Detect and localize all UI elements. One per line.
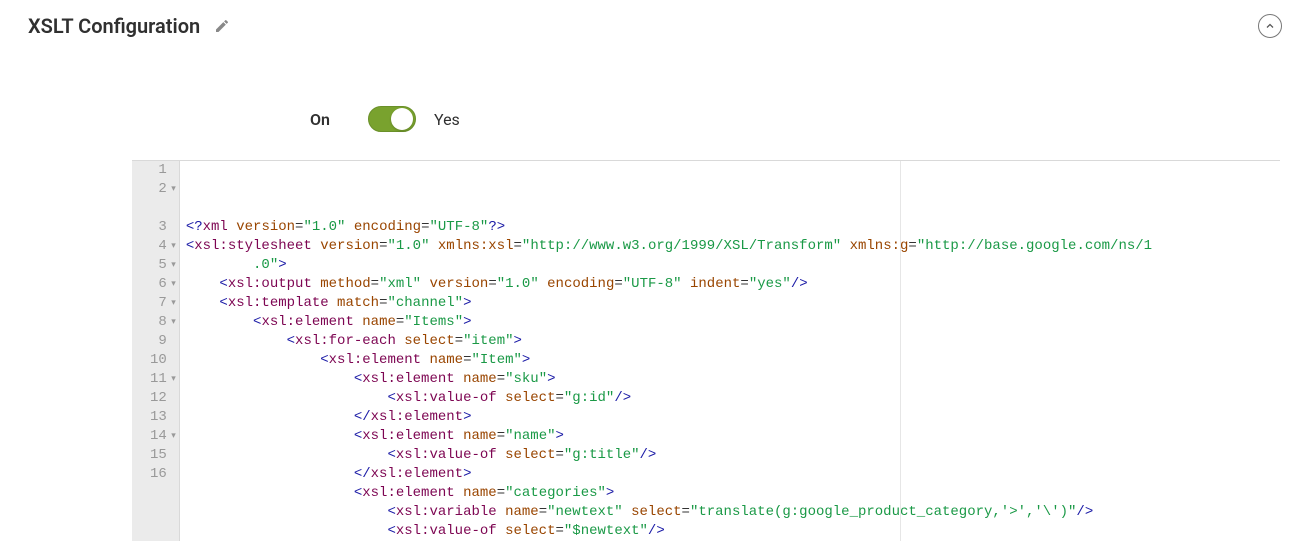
section-title: XSLT Configuration [28,14,200,38]
fold-icon[interactable]: ▾ [171,275,176,294]
code-line[interactable]: <xsl:element name="categories"> [186,484,1152,503]
editor-print-margin [900,161,901,541]
gutter-line: 5▾ [150,256,167,275]
code-line[interactable]: <xsl:stylesheet version="1.0" xmlns:xsl=… [186,237,1152,256]
code-line[interactable]: <?xml version="1.0" encoding="UTF-8"?> [186,218,1152,237]
gutter-line: 8▾ [150,313,167,332]
gutter-line: 11▾ [150,370,167,389]
fold-icon[interactable]: ▾ [171,180,176,199]
section-header: XSLT Configuration [0,0,1310,46]
code-line[interactable]: </xsl:element> [186,465,1152,484]
toggle-value-label: Yes [434,110,460,129]
edit-icon[interactable] [214,18,230,34]
code-line[interactable]: <xsl:variable name="newtext" select="tra… [186,503,1152,522]
code-line[interactable]: <xsl:element name="name"> [186,427,1152,446]
code-line[interactable]: <xsl:for-each select="item"> [186,332,1152,351]
code-line[interactable]: <xsl:output method="xml" version="1.0" e… [186,275,1152,294]
gutter-line: 9 [150,332,167,351]
on-toggle-switch[interactable] [368,106,416,132]
code-line[interactable]: <xsl:element name="sku"> [186,370,1152,389]
toggle-row: On Yes [310,46,1310,160]
fold-icon[interactable]: ▾ [171,237,176,256]
gutter-line: 7▾ [150,294,167,313]
editor-gutter: 12▾ 34▾5▾6▾7▾8▾91011▾121314▾1516 [132,161,180,541]
gutter-line: 1 [150,161,167,180]
code-line[interactable]: <xsl:value-of select="g:title"/> [186,446,1152,465]
switch-knob [391,108,413,130]
gutter-line: 12 [150,389,167,408]
code-line[interactable]: </xsl:element> [186,408,1152,427]
gutter-line: 13 [150,408,167,427]
code-line[interactable]: <xsl:template match="channel"> [186,294,1152,313]
collapse-button[interactable] [1258,14,1282,38]
editor-code-area[interactable]: <?xml version="1.0" encoding="UTF-8"?><x… [180,161,1158,541]
fold-icon[interactable]: ▾ [171,256,176,275]
gutter-line: 4▾ [150,237,167,256]
gutter-line: 6▾ [150,275,167,294]
code-line[interactable]: .0"> [186,256,1152,275]
gutter-line: 2▾ [150,180,167,199]
code-line[interactable]: <xsl:value-of select="$newtext"/> [186,522,1152,541]
gutter-line [150,199,167,218]
fold-icon[interactable]: ▾ [171,294,176,313]
gutter-line: 10 [150,351,167,370]
fold-icon[interactable]: ▾ [171,427,176,446]
code-line[interactable]: <xsl:element name="Items"> [186,313,1152,332]
gutter-line: 3 [150,218,167,237]
code-line[interactable]: <xsl:value-of select="g:id"/> [186,389,1152,408]
code-editor[interactable]: 12▾ 34▾5▾6▾7▾8▾91011▾121314▾1516 <?xml ve… [132,160,1280,541]
toggle-label: On [310,110,330,129]
code-line[interactable]: <xsl:element name="Item"> [186,351,1152,370]
fold-icon[interactable]: ▾ [171,313,176,332]
gutter-line: 14▾ [150,427,167,446]
gutter-line: 15 [150,446,167,465]
fold-icon[interactable]: ▾ [171,370,176,389]
gutter-line: 16 [150,465,167,484]
